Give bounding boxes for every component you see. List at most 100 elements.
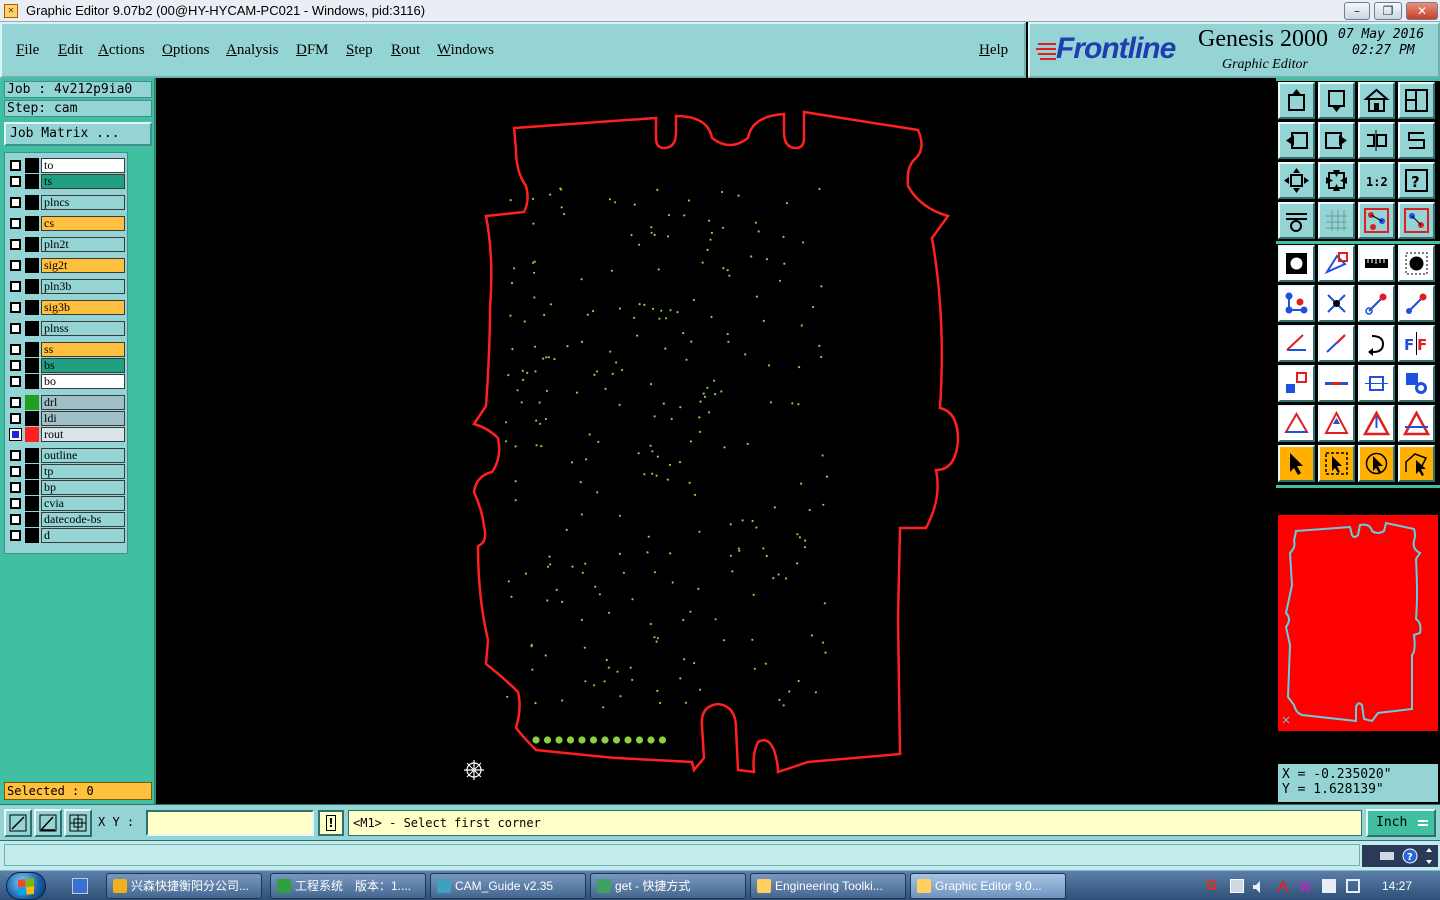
layer-checkbox[interactable] [10, 413, 21, 424]
layer-row-tp[interactable]: tp [7, 464, 127, 479]
layer-color-swatch[interactable] [25, 195, 39, 210]
layer-color-swatch[interactable] [25, 448, 39, 463]
copy-feature-icon[interactable] [1278, 365, 1315, 402]
layer-checkbox[interactable] [10, 450, 21, 461]
zoom-center-icon[interactable] [1318, 162, 1355, 199]
layer-color-swatch[interactable] [25, 528, 39, 543]
overview-minimap[interactable] [1278, 515, 1438, 731]
layer-checkbox[interactable] [10, 514, 21, 525]
select-polygon-icon[interactable] [1398, 445, 1435, 482]
layer-row-cs[interactable]: cs [7, 216, 127, 231]
layer-display-icon[interactable] [1358, 202, 1395, 239]
angle-snap-icon[interactable] [34, 809, 62, 837]
ime-icon[interactable] [1276, 879, 1290, 893]
split-line-icon[interactable] [1318, 365, 1355, 402]
layer-checkbox[interactable] [10, 323, 21, 334]
layer-name[interactable]: drl [41, 395, 125, 410]
layer-row-pln2t[interactable]: pln2t [7, 237, 127, 252]
clock[interactable]: 14:27 [1382, 879, 1412, 893]
save-view-button[interactable] [1318, 82, 1355, 119]
unit-selector[interactable]: Inch [1366, 809, 1436, 837]
menu-rout[interactable]: Rout [391, 42, 420, 59]
move-node-icon[interactable] [1358, 285, 1395, 322]
usb-icon[interactable] [1322, 879, 1336, 893]
layer-row-drl[interactable]: drl [7, 395, 127, 410]
layer-name[interactable]: rout [41, 427, 125, 442]
layer-name[interactable]: cvia [41, 496, 125, 511]
layer-color-swatch[interactable] [25, 216, 39, 231]
layer-checkbox[interactable] [10, 260, 21, 271]
layer-row-sig3b[interactable]: sig3b [7, 300, 127, 315]
zoom-forward-icon[interactable] [1318, 122, 1355, 159]
layer-row-bo[interactable]: bo [7, 374, 127, 389]
layer-name[interactable]: bs [41, 358, 125, 373]
menu-analysis[interactable]: Analysis [226, 42, 279, 59]
layer-color-swatch[interactable] [25, 237, 39, 252]
help-question-icon[interactable]: ? [1398, 162, 1435, 199]
snap-mode-icon[interactable] [4, 809, 32, 837]
round-pad-icon[interactable] [1398, 245, 1435, 282]
close-button[interactable]: ✕ [1406, 2, 1438, 20]
layer-checkbox[interactable] [10, 376, 21, 387]
layer-color-swatch[interactable] [25, 480, 39, 495]
layer-name[interactable]: sig3b [41, 300, 125, 315]
connect-nodes-icon[interactable] [1278, 285, 1315, 322]
layer-color-swatch[interactable] [25, 158, 39, 173]
layer-name[interactable]: ldi [41, 411, 125, 426]
board-drawing[interactable] [156, 78, 1276, 804]
shapes-icon[interactable] [1398, 365, 1435, 402]
layer-color-swatch[interactable] [25, 300, 39, 315]
line-edit-icon[interactable] [1318, 245, 1355, 282]
scale-one-to-two-icon[interactable]: 1:2 [1358, 162, 1395, 199]
maximize-button[interactable]: ❐ [1374, 2, 1402, 20]
network-icon[interactable] [1230, 879, 1244, 893]
menu-windows[interactable]: Windows [437, 42, 494, 59]
menu-help[interactable]: Help [979, 42, 1008, 59]
layer-name[interactable]: pln3b [41, 279, 125, 294]
taskbar-item[interactable]: Engineering Toolki... [750, 873, 906, 899]
extend-line-icon[interactable] [1318, 325, 1355, 362]
layer-color-swatch[interactable] [25, 464, 39, 479]
layer-name[interactable]: ts [41, 174, 125, 189]
layer-row-outline[interactable]: outline [7, 448, 127, 463]
layer-checkbox[interactable] [10, 530, 21, 541]
layer-color-swatch[interactable] [25, 279, 39, 294]
triangle-dim-icon[interactable] [1278, 405, 1315, 442]
load-previous-button[interactable] [1278, 82, 1315, 119]
show-desktop-icon[interactable] [72, 878, 88, 894]
ruler-icon[interactable] [1358, 245, 1395, 282]
layer-color-swatch[interactable] [25, 411, 39, 426]
layer-row-to[interactable]: to [7, 158, 127, 173]
layer-row-datecode-bs[interactable]: datecode-bs [7, 512, 127, 527]
layer-row-d[interactable]: d [7, 528, 127, 543]
layer-row-ts[interactable]: ts [7, 174, 127, 189]
layer-color-swatch[interactable] [25, 496, 39, 511]
layer-row-rout[interactable]: rout [7, 427, 127, 442]
layer-row-sig2t[interactable]: sig2t [7, 258, 127, 273]
layer-checkbox[interactable] [10, 239, 21, 250]
pad-tool-icon[interactable] [1278, 245, 1315, 282]
select-arrow-icon[interactable] [1278, 445, 1315, 482]
layer-name[interactable]: outline [41, 448, 125, 463]
delete-node-icon[interactable] [1318, 285, 1355, 322]
layer-row-plncs[interactable]: plncs [7, 195, 127, 210]
layer-checkbox[interactable] [10, 397, 21, 408]
antivirus-icon[interactable]: G [1206, 879, 1220, 893]
grid-snap-icon[interactable] [64, 809, 92, 837]
xy-input[interactable] [146, 810, 314, 836]
grid-icon[interactable] [1318, 202, 1355, 239]
layer-name[interactable]: sig2t [41, 258, 125, 273]
display-icon[interactable] [1346, 879, 1360, 893]
rout-outline[interactable] [472, 110, 960, 774]
taskbar-item[interactable]: get - 快捷方式 [590, 873, 746, 899]
menu-file[interactable]: File [16, 42, 39, 59]
taskbar-item[interactable]: 兴森快捷衡阳分公司... [106, 873, 262, 899]
layer-compare-icon[interactable] [1398, 202, 1435, 239]
disconnect-icon[interactable] [1298, 879, 1312, 893]
layer-checkbox[interactable] [9, 428, 22, 441]
layer-color-swatch[interactable] [25, 427, 39, 442]
triangle-base-icon[interactable] [1398, 405, 1435, 442]
layer-name[interactable]: ss [41, 342, 125, 357]
layer-name[interactable]: bp [41, 480, 125, 495]
menu-step[interactable]: Step [346, 42, 373, 59]
